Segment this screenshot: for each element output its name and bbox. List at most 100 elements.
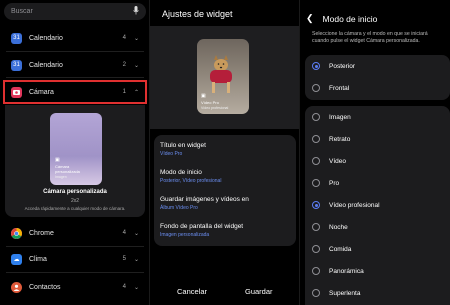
app-name: Calendario <box>29 61 63 69</box>
search-input[interactable]: Buscar <box>11 8 33 15</box>
widget-description: Acceda rápidamente a cualquier modo de c… <box>24 206 126 211</box>
chrome-icon <box>11 227 22 239</box>
radio-label: Imagen <box>329 113 351 121</box>
save-button[interactable]: Guardar <box>245 287 273 296</box>
radio-icon[interactable] <box>312 179 320 187</box>
weather-icon: ☁ <box>11 253 22 265</box>
cancel-button[interactable]: Cancelar <box>177 287 207 296</box>
preview-subtitle: Vídeo profesional <box>201 106 229 110</box>
divider <box>6 272 144 273</box>
radio-label: Comida <box>329 245 352 253</box>
radio-label: Vídeo profesional <box>329 201 380 209</box>
radio-option-panoramica[interactable]: Panorámica <box>312 267 364 275</box>
radio-icon[interactable] <box>312 289 320 297</box>
microphone-icon[interactable] <box>133 6 139 17</box>
setting-label: Guardar imágenes y vídeos en <box>160 196 249 203</box>
radio-selected-icon[interactable] <box>312 201 320 209</box>
divider <box>6 246 144 247</box>
radio-option-video[interactable]: Vídeo <box>312 157 346 165</box>
radio-option-pro[interactable]: Pro <box>312 179 339 187</box>
back-arrow-icon[interactable]: ❮ <box>306 13 314 24</box>
radio-label: Panorámica <box>329 267 364 275</box>
radio-label: Noche <box>329 223 348 231</box>
divider <box>6 51 144 52</box>
app-name: Calendario <box>29 34 63 42</box>
radio-option-frontal[interactable]: Frontal <box>312 84 349 92</box>
divider <box>6 77 144 78</box>
widget-list-panel: Buscar 31 Calendario 4 ⌄ 31 Calendario 2… <box>0 0 150 305</box>
radio-icon[interactable] <box>312 267 320 275</box>
widget-title: Cámara personalizada <box>43 189 107 195</box>
app-row-clima[interactable]: ☁ Clima 5 ⌄ <box>5 248 145 270</box>
contacts-icon <box>11 281 22 293</box>
setting-start-mode[interactable]: Modo de inicio Posterior, Vídeo profesio… <box>160 169 290 184</box>
radio-label: Posterior <box>329 62 356 70</box>
radio-selected-icon[interactable] <box>312 62 320 70</box>
widget-count: 4 <box>122 284 126 290</box>
app-name: Contactos <box>29 283 61 291</box>
setting-value: Álbum Vídeo Pro <box>160 205 198 211</box>
widget-photo-preview: ▣ Vídeo Pro Vídeo profesional <box>197 39 249 114</box>
radio-option-imagen[interactable]: Imagen <box>312 113 351 121</box>
radio-option-video-profesional[interactable]: Vídeo profesional <box>312 201 380 209</box>
setting-save-location[interactable]: Guardar imágenes y vídeos en Álbum Vídeo… <box>160 196 290 211</box>
widget-count: 2 <box>122 62 126 68</box>
preview-title: Vídeo Pro <box>201 100 219 105</box>
chevron-down-icon[interactable]: ⌄ <box>134 230 139 237</box>
start-mode-panel: ❮ Modo de inicio Seleccione la cámara y … <box>300 0 450 305</box>
camera-icon: ▣ <box>201 93 206 99</box>
app-name: Clima <box>29 255 47 263</box>
setting-wallpaper[interactable]: Fondo de pantalla del widget Imagen pers… <box>160 223 290 238</box>
setting-value: Vídeo Pro <box>160 151 183 157</box>
radio-option-retrato[interactable]: Retrato <box>312 135 350 143</box>
setting-label: Título en widget <box>160 142 206 149</box>
radio-option-posterior[interactable]: Posterior <box>312 62 355 70</box>
radio-option-noche[interactable]: Noche <box>312 223 348 231</box>
radio-option-superlenta[interactable]: Superlenta <box>312 289 360 297</box>
dog-photo <box>210 55 232 93</box>
widget-line2: personalizada <box>55 169 80 174</box>
widget-count: 4 <box>122 230 126 236</box>
radio-icon[interactable] <box>312 84 320 92</box>
widget-preview-area: ▣ Vídeo Pro Vídeo profesional <box>150 26 300 129</box>
widget-line3: Imagen <box>55 175 67 179</box>
page-description: Seleccione la cámara y el modo en que se… <box>312 31 428 44</box>
chevron-down-icon[interactable]: ⌄ <box>134 35 139 42</box>
setting-widget-title[interactable]: Título en widget Vídeo Pro <box>160 142 290 157</box>
widget-preview-section: ▣ Cámara personalizada Imagen Cámara pers… <box>5 105 145 217</box>
widget-count: 5 <box>122 256 126 262</box>
page-title: Modo de inicio <box>322 13 378 24</box>
radio-icon[interactable] <box>312 135 320 143</box>
radio-icon[interactable] <box>312 245 320 253</box>
app-row-calendario-2[interactable]: 31 Calendario 2 ⌄ <box>5 54 145 76</box>
widget-count: 4 <box>122 35 126 41</box>
setting-label: Fondo de pantalla del widget <box>160 223 244 230</box>
radio-option-comida[interactable]: Comida <box>312 245 351 253</box>
widget-settings-panel: Ajustes de widget ▣ Vídeo Pro Vídeo prof… <box>150 0 300 305</box>
mode-selection-card: Imagen Retrato Vídeo Pro Vídeo profesion… <box>305 106 450 305</box>
chevron-down-icon[interactable]: ⌄ <box>134 62 139 69</box>
radio-icon[interactable] <box>312 223 320 231</box>
setting-value: Posterior, Vídeo profesional <box>160 178 222 184</box>
search-bar[interactable]: Buscar <box>4 3 146 20</box>
setting-label: Modo de inicio <box>160 169 202 176</box>
app-row-calendario-1[interactable]: 31 Calendario 4 ⌄ <box>5 27 145 49</box>
selection-highlight <box>3 80 147 104</box>
app-row-contactos[interactable]: Contactos 4 ⌄ <box>5 276 145 298</box>
chevron-down-icon[interactable]: ⌄ <box>134 284 139 291</box>
radio-icon[interactable] <box>312 157 320 165</box>
calendar-icon: 31 <box>11 32 22 44</box>
camera-icon: ▣ <box>55 157 60 163</box>
chevron-down-icon[interactable]: ⌄ <box>134 256 139 263</box>
camera-selection-card: Posterior Frontal <box>305 55 450 100</box>
custom-camera-widget-preview[interactable]: ▣ Cámara personalizada Imagen <box>50 113 102 185</box>
calendar-icon: 31 <box>11 59 22 71</box>
radio-label: Frontal <box>329 84 350 92</box>
app-row-chrome[interactable]: Chrome 4 ⌄ <box>5 222 145 244</box>
radio-label: Vídeo <box>329 157 346 165</box>
setting-value: Imagen personalizada <box>160 232 210 238</box>
radio-icon[interactable] <box>312 113 320 121</box>
settings-list: Título en widget Vídeo Pro Modo de inici… <box>154 135 296 246</box>
radio-label: Superlenta <box>329 289 361 297</box>
app-name: Chrome <box>29 229 54 237</box>
